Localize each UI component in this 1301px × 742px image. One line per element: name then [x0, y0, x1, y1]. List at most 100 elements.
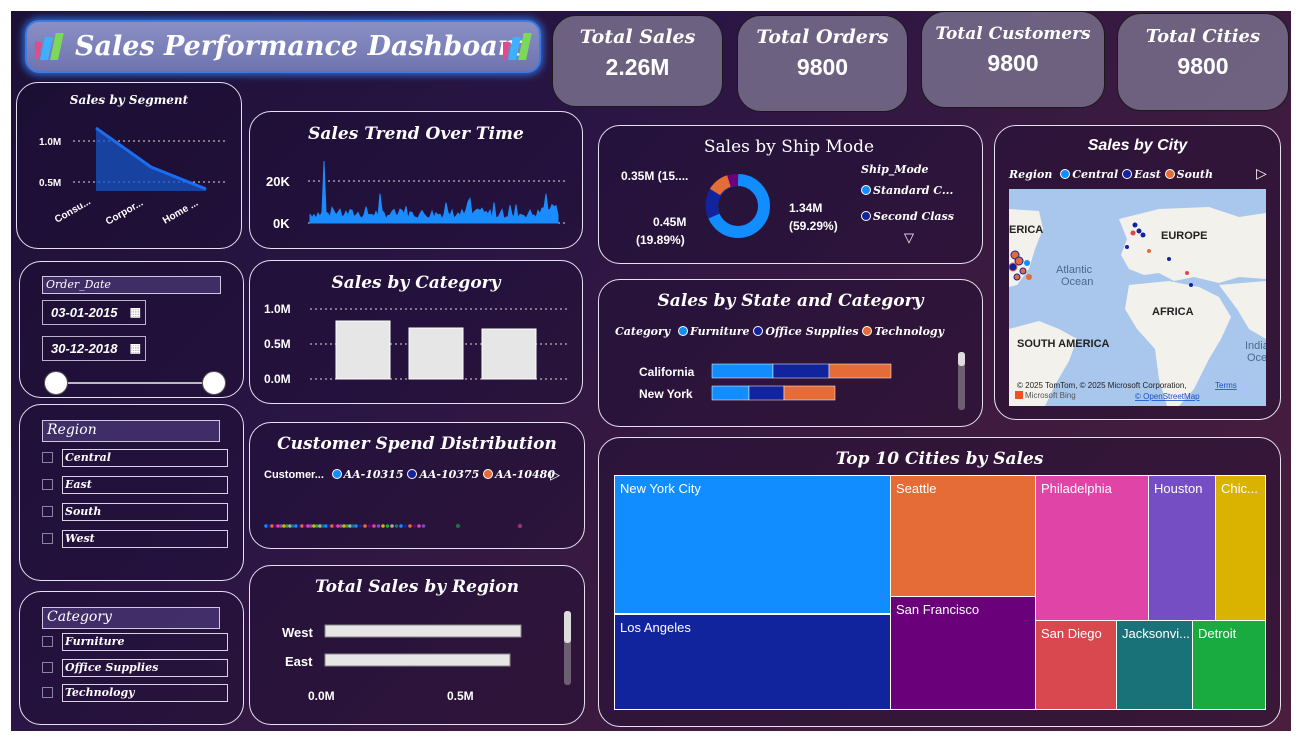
category-bar[interactable] [481, 328, 537, 380]
chart-logo-icon-right [498, 32, 535, 62]
ship-mode-panel[interactable]: Sales by Ship Mode 0.35M (15.... 0.45M (… [598, 125, 983, 264]
legend-item: Central [1072, 168, 1119, 181]
y-label: New York [639, 387, 693, 401]
scrollbar-thumb[interactable] [958, 352, 965, 366]
legend-dot [1164, 169, 1175, 179]
start-date-value: 03-01-2015 [51, 305, 118, 320]
checkbox[interactable] [42, 506, 53, 517]
chart-logo-icon-left [30, 32, 67, 62]
ship-mode-legend-item[interactable]: Standard C... [861, 184, 953, 197]
kpi-total-orders: Total Orders 9800 [737, 15, 908, 112]
checkbox[interactable] [42, 687, 53, 698]
category-bar[interactable] [408, 327, 464, 380]
checkbox[interactable] [42, 662, 53, 673]
option-label: East [62, 476, 228, 494]
customer-spend-scatter [264, 523, 523, 529]
customer-point [417, 524, 421, 528]
checkbox[interactable] [42, 452, 53, 463]
treemap-tile[interactable]: Houston [1148, 475, 1216, 621]
region-slicer-panel: Region Central East South West [19, 404, 244, 581]
map-label: Indian [1245, 340, 1266, 352]
x-tick: Home ... [161, 198, 200, 227]
treemap-tile[interactable]: Los Angeles [614, 614, 891, 710]
region-bar-east[interactable] [324, 653, 511, 667]
region-sales-panel[interactable]: Total Sales by Region West East 0.0M 0.5… [249, 565, 585, 725]
y-label: California [639, 365, 695, 379]
panel-title: Top 10 Cities by Sales [835, 449, 1044, 469]
checkbox[interactable] [42, 636, 53, 647]
ship-mode-legend-item[interactable]: Second Class [861, 210, 954, 223]
start-date-input[interactable]: 03-01-2015 ▦ [42, 300, 146, 325]
date-range-end-handle[interactable] [202, 371, 226, 395]
osm-link[interactable]: © OpenStreetMap [1135, 392, 1200, 401]
option-label: Furniture [62, 633, 228, 651]
slice-label: (19.89%) [636, 233, 685, 247]
slice-label: 1.34M [789, 201, 822, 215]
option-label: Office Supplies [62, 659, 228, 677]
x-tick: 0.5M [447, 689, 474, 703]
kpi-label: Total Customers [935, 24, 1091, 44]
treemap-tile[interactable]: New York City [614, 475, 891, 614]
treemap-tile[interactable]: Chic... [1215, 475, 1266, 621]
map-attribution: © 2025 TomTom, © 2025 Microsoft Corporat… [1017, 381, 1187, 390]
trend-chart-panel[interactable]: Sales Trend Over Time 20K 0K [249, 111, 583, 249]
bar-segment-office-supplies[interactable] [748, 385, 785, 401]
treemap-tile[interactable]: San Diego [1035, 620, 1117, 710]
x-tick: Consu... [53, 196, 93, 225]
end-date-input[interactable]: 30-12-2018 ▦ [42, 336, 146, 361]
map-label: SOUTH AMERICA [1017, 338, 1110, 350]
legend-item: Second Class [873, 210, 954, 223]
calendar-icon[interactable]: ▦ [130, 305, 141, 319]
category-chart-panel[interactable]: Sales by Category 1.0M 0.5M 0.0M [249, 260, 583, 404]
treemap-tile[interactable]: San Francisco [890, 596, 1036, 710]
treemap-tile[interactable]: Jacksonvi... [1116, 620, 1193, 710]
kpi-value: 9800 [1177, 53, 1229, 79]
category-bar[interactable] [335, 320, 391, 380]
customer-point [412, 524, 417, 528]
state-category-panel[interactable]: Sales by State and Category Category Fur… [598, 279, 983, 427]
map-label: Ocea [1247, 352, 1266, 364]
treemap-tile[interactable]: Philadelphia [1035, 475, 1149, 621]
title-banner: Sales Performance Dashboard [25, 20, 541, 73]
bar-segment-technology[interactable] [783, 385, 836, 401]
checkbox[interactable] [42, 533, 53, 544]
date-range-start-handle[interactable] [44, 371, 68, 395]
trend-line-chart: 20K 0K [266, 160, 568, 231]
bar-segment-technology[interactable] [828, 363, 892, 379]
date-range-track [56, 382, 214, 384]
kpi-total-customers: Total Customers 9800 [921, 11, 1105, 108]
y-label: West [282, 625, 313, 640]
world-map[interactable]: ERICA EUROPE Atlantic Ocean AFRICA SOUTH… [1009, 189, 1266, 406]
treemap-tile[interactable]: Seattle [890, 475, 1036, 597]
bar-segment-office-supplies[interactable] [772, 363, 830, 379]
segment-chart-panel[interactable]: Sales by Segment 1.0M 0.5M Consu... Corp… [16, 82, 242, 249]
customer-spend-panel[interactable]: Customer Spend Distribution Customer... … [249, 422, 585, 549]
legend-item: East [1133, 168, 1161, 181]
legend-dot [861, 211, 871, 221]
scrollbar-thumb[interactable] [564, 611, 571, 643]
option-label: Central [62, 449, 228, 467]
slice-label: 0.35M (15.... [621, 169, 688, 183]
city-map-panel[interactable]: Sales by City Region Central East South … [994, 125, 1281, 420]
treemap-tile[interactable]: Detroit [1192, 620, 1266, 710]
y-tick: 1.0M [264, 302, 291, 316]
customer-point [403, 524, 408, 528]
kpi-total-sales: Total Sales 2.26M [552, 15, 723, 107]
checkbox[interactable] [42, 479, 53, 490]
slice-label: 0.45M [653, 215, 686, 229]
legend-dot [1060, 169, 1071, 179]
kpi-label: Total Sales [579, 26, 696, 48]
terms-link[interactable]: Terms [1215, 381, 1237, 390]
date-slicer-panel: Order_Date 03-01-2015 ▦ 30-12-2018 ▦ [19, 261, 244, 398]
legend-scroll-down-icon[interactable]: ▽ [904, 230, 914, 246]
top-cities-panel[interactable]: Top 10 Cities by Sales New York City Los… [598, 437, 1281, 727]
category-bar-chart: 1.0M 0.5M 0.0M [264, 302, 568, 386]
map-label: Ocean [1061, 276, 1093, 288]
customer-point [358, 524, 363, 528]
customer-point [421, 524, 426, 528]
bar-segment-furniture[interactable] [711, 385, 750, 401]
calendar-icon[interactable]: ▦ [130, 341, 141, 355]
legend-next-arrow-icon[interactable]: ▷ [1256, 165, 1267, 182]
region-bar-west[interactable] [324, 624, 522, 638]
bar-segment-furniture[interactable] [711, 363, 774, 379]
